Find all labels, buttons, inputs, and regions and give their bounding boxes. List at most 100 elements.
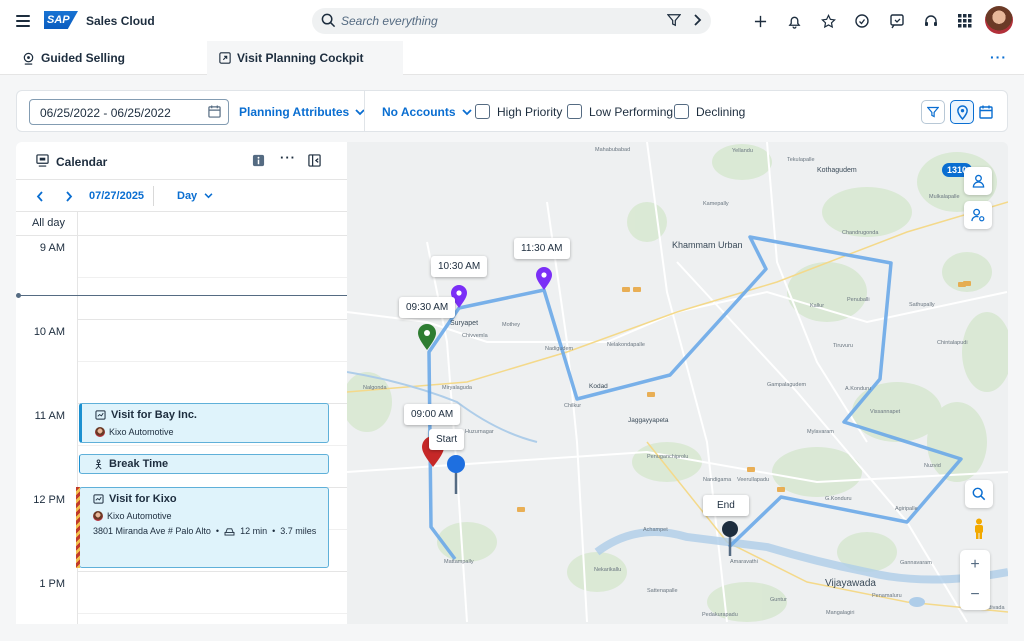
filter-icon[interactable] (667, 13, 681, 27)
tab-visit-planning-cockpit[interactable]: Visit Planning Cockpit (207, 41, 403, 75)
zoom-controls: + − (960, 550, 990, 610)
product-title[interactable]: Sales Cloud (86, 14, 155, 28)
place-label: Nadigudem (545, 346, 574, 352)
chevron-left-icon[interactable] (36, 191, 44, 202)
event-visit-kixo[interactable]: Visit for Kixo Kixo Automotive 3801 Mira… (76, 487, 329, 568)
declining-checkbox[interactable]: Declining (674, 104, 745, 119)
chevron-right-icon[interactable] (692, 14, 702, 26)
view-label: Day (177, 190, 198, 202)
street-view-pegman[interactable] (965, 515, 993, 543)
place-label: Achampet (643, 527, 668, 533)
event-account: Kixo Automotive (95, 427, 174, 437)
map-search-button[interactable] (965, 480, 993, 508)
chevron-right-icon[interactable] (65, 191, 73, 202)
planning-attributes-label: Planning Attributes (239, 105, 350, 119)
more-options-icon[interactable]: ··· (990, 50, 1007, 64)
guided-selling-icon (22, 52, 35, 65)
apps-grid-icon[interactable] (956, 12, 974, 30)
account-name: Kixo Automotive (109, 427, 174, 437)
contact-settings-button[interactable] (964, 201, 992, 229)
grid-line (78, 319, 347, 320)
hour-label: 11 AM (34, 410, 65, 422)
tab-guided-selling[interactable]: Guided Selling (6, 41, 201, 75)
hour-label: 9 AM (39, 242, 65, 254)
checkbox-box[interactable] (567, 104, 582, 119)
route-stop-time-callout[interactable]: 09:30 AM (399, 297, 456, 318)
place-label: Jaggayyapeta (628, 417, 669, 424)
place-label: Tiruvuru (833, 343, 853, 349)
event-title-text: Break Time (109, 458, 169, 470)
event-break-time[interactable]: Break Time (79, 454, 329, 474)
event-account: Kixo Automotive (93, 511, 172, 521)
place-label: Nelakondapalle (607, 342, 645, 348)
tab-bar: Guided Selling Visit Planning Cockpit ··… (0, 41, 1024, 75)
feedback-icon[interactable] (888, 12, 906, 30)
search-placeholder[interactable]: Search everything (341, 14, 438, 28)
route-end-callout[interactable]: End (703, 495, 749, 516)
place-label: Vissannapet (870, 409, 901, 415)
pegman-icon (975, 518, 983, 539)
route-stop-time-callout[interactable]: 11:30 AM (514, 238, 570, 259)
global-search[interactable]: Search everything (312, 8, 711, 34)
map-view-toggle[interactable] (950, 100, 974, 124)
place-label: Mothey (502, 322, 521, 328)
current-date-link[interactable]: 07/27/2025 (89, 190, 144, 202)
bullet: • (272, 526, 276, 536)
divider (153, 186, 154, 206)
travel-distance: 3.7 miles (280, 526, 317, 536)
collapse-panel-icon[interactable] (308, 154, 321, 167)
date-range-input[interactable]: 06/25/2022 - 06/25/2022 (29, 99, 229, 125)
checkbox-box[interactable] (674, 104, 689, 119)
place-label: G.Konduru (825, 496, 852, 502)
account-avatar (95, 427, 105, 437)
add-icon[interactable] (751, 12, 769, 30)
all-day-label: All day (31, 217, 65, 229)
ai-assistant-icon[interactable] (853, 12, 871, 30)
account-name: Kixo Automotive (107, 511, 172, 521)
route-stop-time-callout[interactable]: 10:30 AM (431, 256, 488, 277)
cockpit-icon (219, 52, 231, 64)
high-priority-checkbox[interactable]: High Priority (475, 104, 562, 119)
calendar-view-toggle[interactable] (974, 100, 998, 124)
view-selector[interactable]: Day (177, 190, 213, 202)
account-filter-button[interactable] (964, 167, 992, 195)
place-label: Veerullapadu (737, 477, 770, 483)
calendar-header: Calendar ··· (16, 142, 347, 180)
place-label: Chivvemla (462, 333, 488, 339)
menu-icon[interactable] (14, 12, 32, 28)
info-icon[interactable] (252, 154, 265, 167)
place-label: Chandrugonda (842, 230, 879, 236)
sap-logo[interactable]: SAP (44, 11, 78, 29)
filter-bar: 06/25/2022 - 06/25/2022 Planning Attribu… (16, 90, 1008, 132)
calendar-icon[interactable] (208, 105, 221, 118)
user-avatar[interactable] (985, 6, 1013, 34)
checkbox-box[interactable] (475, 104, 490, 119)
event-title-text: Visit for Kixo (109, 493, 177, 505)
favorites-star-icon[interactable] (819, 12, 837, 30)
person-icon (972, 174, 984, 188)
place-label: Mahabubabad (595, 147, 631, 153)
zoom-out-button[interactable]: − (960, 580, 990, 610)
zoom-in-button[interactable]: + (960, 550, 990, 580)
date-range-value: 06/25/2022 - 06/25/2022 (40, 106, 171, 120)
grid-line (78, 277, 347, 278)
day-grid: All day 9 AM 10 AM 11 AM 12 PM 1 PM Visi… (16, 212, 347, 624)
more-options-icon[interactable]: ··· (280, 150, 296, 165)
map-view[interactable]: Khammam Urban Vijayawada Suryapet Kothag… (347, 142, 1008, 624)
map-background (347, 142, 1008, 624)
filter-button[interactable] (921, 100, 945, 124)
place-label: Penuganchiprolu (647, 454, 689, 460)
low-performing-checkbox[interactable]: Low Performing (567, 104, 673, 119)
event-visit-bay[interactable]: Visit for Bay Inc. Kixo Automotive (79, 403, 329, 443)
route-stop-time-callout[interactable]: 09:00 AM (404, 404, 461, 425)
notification-bell-icon[interactable] (785, 12, 803, 30)
calendar-navigation: 07/27/2025 Day (16, 180, 347, 212)
accounts-dropdown[interactable]: No Accounts (382, 105, 472, 119)
route-start-callout[interactable]: Start (429, 429, 465, 450)
search-icon (972, 487, 986, 501)
grid-line (78, 445, 347, 446)
planning-attributes-dropdown[interactable]: Planning Attributes (239, 105, 365, 119)
travel-duration: 12 min (240, 526, 268, 536)
headset-support-icon[interactable] (922, 12, 940, 30)
place-label: Guntur (770, 597, 787, 603)
